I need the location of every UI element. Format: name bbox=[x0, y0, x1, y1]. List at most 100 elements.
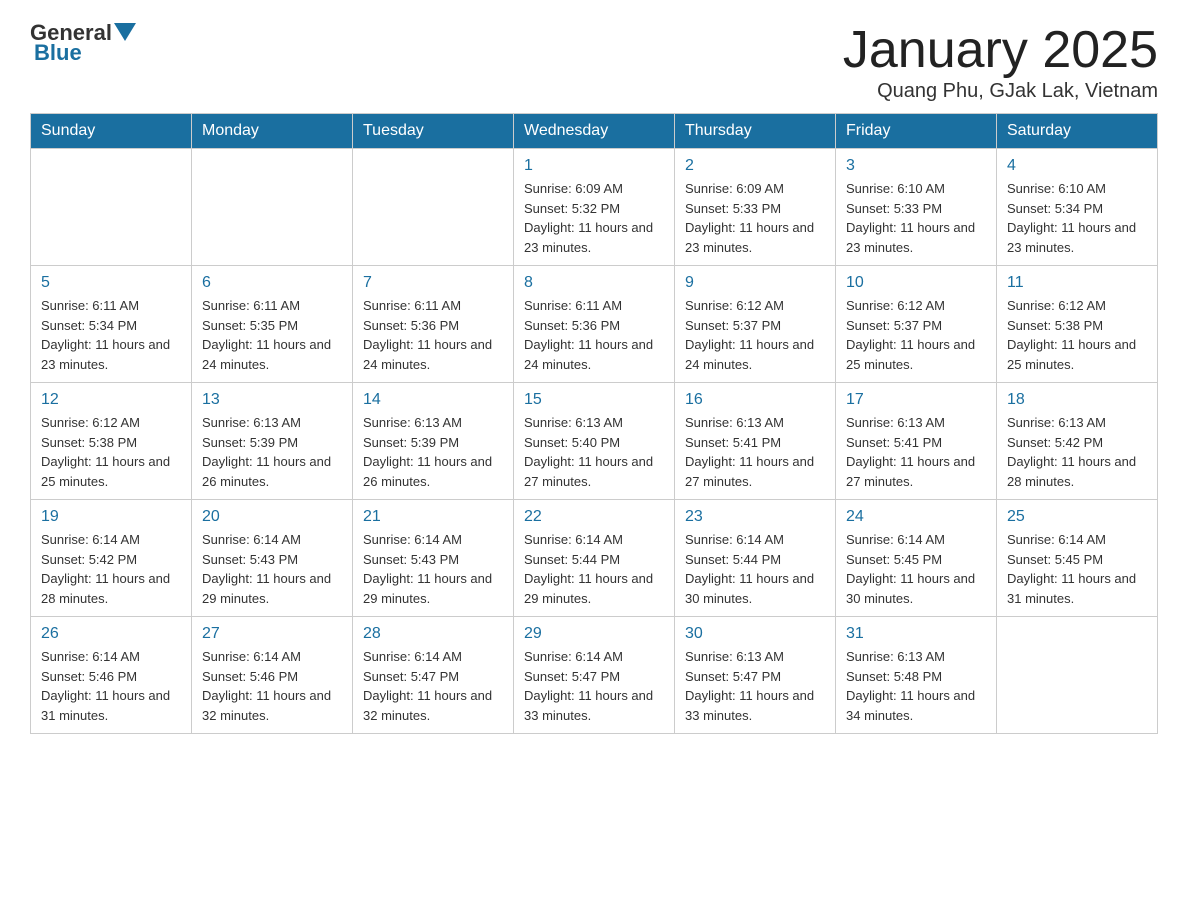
calendar-cell: 14 Sunrise: 6:13 AMSunset: 5:39 PMDayligh… bbox=[353, 383, 514, 500]
day-info: Sunrise: 6:14 AMSunset: 5:45 PMDaylight:… bbox=[1007, 530, 1147, 608]
day-number: 18 bbox=[1007, 391, 1147, 409]
calendar-cell: 22Sunrise: 6:14 AMSunset: 5:44 PMDayligh… bbox=[514, 500, 675, 617]
day-number: 15 bbox=[524, 391, 664, 409]
day-info: Sunrise: 6:13 AMSunset: 5:48 PMDaylight:… bbox=[846, 647, 986, 725]
week-row-3: 12Sunrise: 6:12 AMSunset: 5:38 PMDayligh… bbox=[31, 383, 1158, 500]
calendar-cell: 10 Sunrise: 6:12 AMSunset: 5:37 PMDayligh… bbox=[836, 266, 997, 383]
day-info: Sunrise: 6:14 AMSunset: 5:43 PMDaylight:… bbox=[363, 530, 503, 608]
day-number: 10 bbox=[846, 274, 986, 292]
day-number: 24 bbox=[846, 508, 986, 526]
day-info: Sunrise: 6:12 AMSunset: 5:38 PMDaylight:… bbox=[41, 413, 181, 491]
calendar-cell: 12Sunrise: 6:12 AMSunset: 5:38 PMDayligh… bbox=[31, 383, 192, 500]
day-number: 21 bbox=[363, 508, 503, 526]
calendar-cell: 17Sunrise: 6:13 AMSunset: 5:41 PMDayligh… bbox=[836, 383, 997, 500]
day-info: Sunrise: 6:10 AMSunset: 5:34 PMDaylight:… bbox=[1007, 179, 1147, 257]
calendar-cell: 27 Sunrise: 6:14 AMSunset: 5:46 PMDayligh… bbox=[192, 617, 353, 734]
day-number: 13 bbox=[202, 391, 342, 409]
calendar-cell bbox=[192, 149, 353, 266]
calendar-cell: 2 Sunrise: 6:09 AMSunset: 5:33 PMDaylight… bbox=[675, 149, 836, 266]
day-number: 2 bbox=[685, 157, 825, 175]
day-number: 22 bbox=[524, 508, 664, 526]
day-number: 3 bbox=[846, 157, 986, 175]
day-number: 17 bbox=[846, 391, 986, 409]
calendar-cell: 16 Sunrise: 6:13 AMSunset: 5:41 PMDayligh… bbox=[675, 383, 836, 500]
weekday-header-thursday: Thursday bbox=[675, 114, 836, 149]
calendar-cell: 23 Sunrise: 6:14 AMSunset: 5:44 PMDayligh… bbox=[675, 500, 836, 617]
day-number: 19 bbox=[41, 508, 181, 526]
day-number: 5 bbox=[41, 274, 181, 292]
month-title: January 2025 bbox=[843, 20, 1158, 80]
calendar-cell: 24 Sunrise: 6:14 AMSunset: 5:45 PMDayligh… bbox=[836, 500, 997, 617]
calendar-cell: 4 Sunrise: 6:10 AMSunset: 5:34 PMDaylight… bbox=[997, 149, 1158, 266]
calendar-cell: 19 Sunrise: 6:14 AMSunset: 5:42 PMDayligh… bbox=[31, 500, 192, 617]
day-info: Sunrise: 6:09 AMSunset: 5:33 PMDaylight:… bbox=[685, 179, 825, 257]
day-number: 16 bbox=[685, 391, 825, 409]
day-number: 23 bbox=[685, 508, 825, 526]
day-info: Sunrise: 6:13 AMSunset: 5:42 PMDaylight:… bbox=[1007, 413, 1147, 491]
location: Quang Phu, GJak Lak, Vietnam bbox=[843, 80, 1158, 103]
title-area: January 2025 Quang Phu, GJak Lak, Vietna… bbox=[843, 20, 1158, 103]
weekday-header-tuesday: Tuesday bbox=[353, 114, 514, 149]
calendar-cell: 21 Sunrise: 6:14 AMSunset: 5:43 PMDayligh… bbox=[353, 500, 514, 617]
logo-blue-text: Blue bbox=[34, 40, 82, 66]
calendar-cell bbox=[31, 149, 192, 266]
day-info: Sunrise: 6:11 AMSunset: 5:36 PMDaylight:… bbox=[363, 296, 503, 374]
calendar-cell: 18 Sunrise: 6:13 AMSunset: 5:42 PMDayligh… bbox=[997, 383, 1158, 500]
day-info: Sunrise: 6:10 AMSunset: 5:33 PMDaylight:… bbox=[846, 179, 986, 257]
week-row-5: 26 Sunrise: 6:14 AMSunset: 5:46 PMDayligh… bbox=[31, 617, 1158, 734]
weekday-header-monday: Monday bbox=[192, 114, 353, 149]
calendar-cell: 30Sunrise: 6:13 AMSunset: 5:47 PMDayligh… bbox=[675, 617, 836, 734]
calendar-cell: 8 Sunrise: 6:11 AMSunset: 5:36 PMDaylight… bbox=[514, 266, 675, 383]
day-number: 14 bbox=[363, 391, 503, 409]
day-number: 4 bbox=[1007, 157, 1147, 175]
day-number: 27 bbox=[202, 625, 342, 643]
logo-arrow-icon bbox=[114, 23, 136, 45]
day-number: 29 bbox=[524, 625, 664, 643]
day-info: Sunrise: 6:12 AMSunset: 5:38 PMDaylight:… bbox=[1007, 296, 1147, 374]
day-info: Sunrise: 6:13 AMSunset: 5:40 PMDaylight:… bbox=[524, 413, 664, 491]
day-info: Sunrise: 6:14 AMSunset: 5:44 PMDaylight:… bbox=[685, 530, 825, 608]
calendar-cell: 26 Sunrise: 6:14 AMSunset: 5:46 PMDayligh… bbox=[31, 617, 192, 734]
day-number: 9 bbox=[685, 274, 825, 292]
day-info: Sunrise: 6:14 AMSunset: 5:43 PMDaylight:… bbox=[202, 530, 342, 608]
day-info: Sunrise: 6:14 AMSunset: 5:47 PMDaylight:… bbox=[524, 647, 664, 725]
logo: General Blue bbox=[30, 20, 136, 66]
day-number: 7 bbox=[363, 274, 503, 292]
calendar-cell: 1Sunrise: 6:09 AMSunset: 5:32 PMDaylight… bbox=[514, 149, 675, 266]
calendar-cell: 9 Sunrise: 6:12 AMSunset: 5:37 PMDaylight… bbox=[675, 266, 836, 383]
day-info: Sunrise: 6:14 AMSunset: 5:42 PMDaylight:… bbox=[41, 530, 181, 608]
day-info: Sunrise: 6:13 AMSunset: 5:39 PMDaylight:… bbox=[363, 413, 503, 491]
day-info: Sunrise: 6:11 AMSunset: 5:36 PMDaylight:… bbox=[524, 296, 664, 374]
day-number: 6 bbox=[202, 274, 342, 292]
calendar-cell bbox=[997, 617, 1158, 734]
calendar-cell: 25Sunrise: 6:14 AMSunset: 5:45 PMDayligh… bbox=[997, 500, 1158, 617]
calendar-cell: 20 Sunrise: 6:14 AMSunset: 5:43 PMDayligh… bbox=[192, 500, 353, 617]
day-number: 31 bbox=[846, 625, 986, 643]
calendar-table: SundayMondayTuesdayWednesdayThursdayFrid… bbox=[30, 113, 1158, 734]
weekday-header-friday: Friday bbox=[836, 114, 997, 149]
day-info: Sunrise: 6:11 AMSunset: 5:35 PMDaylight:… bbox=[202, 296, 342, 374]
calendar-cell: 3 Sunrise: 6:10 AMSunset: 5:33 PMDaylight… bbox=[836, 149, 997, 266]
calendar-cell bbox=[353, 149, 514, 266]
day-info: Sunrise: 6:11 AMSunset: 5:34 PMDaylight:… bbox=[41, 296, 181, 374]
calendar-cell: 7 Sunrise: 6:11 AMSunset: 5:36 PMDaylight… bbox=[353, 266, 514, 383]
calendar-cell: 13Sunrise: 6:13 AMSunset: 5:39 PMDayligh… bbox=[192, 383, 353, 500]
day-number: 20 bbox=[202, 508, 342, 526]
day-number: 26 bbox=[41, 625, 181, 643]
weekday-header-row: SundayMondayTuesdayWednesdayThursdayFrid… bbox=[31, 114, 1158, 149]
week-row-4: 19 Sunrise: 6:14 AMSunset: 5:42 PMDayligh… bbox=[31, 500, 1158, 617]
day-info: Sunrise: 6:14 AMSunset: 5:46 PMDaylight:… bbox=[202, 647, 342, 725]
day-info: Sunrise: 6:14 AMSunset: 5:47 PMDaylight:… bbox=[363, 647, 503, 725]
day-info: Sunrise: 6:12 AMSunset: 5:37 PMDaylight:… bbox=[846, 296, 986, 374]
week-row-1: 1Sunrise: 6:09 AMSunset: 5:32 PMDaylight… bbox=[31, 149, 1158, 266]
calendar-cell: 28Sunrise: 6:14 AMSunset: 5:47 PMDayligh… bbox=[353, 617, 514, 734]
day-number: 1 bbox=[524, 157, 664, 175]
day-info: Sunrise: 6:12 AMSunset: 5:37 PMDaylight:… bbox=[685, 296, 825, 374]
day-number: 8 bbox=[524, 274, 664, 292]
calendar-cell: 29 Sunrise: 6:14 AMSunset: 5:47 PMDayligh… bbox=[514, 617, 675, 734]
page-header: General Blue January 2025 Quang Phu, GJa… bbox=[30, 20, 1158, 103]
day-info: Sunrise: 6:13 AMSunset: 5:41 PMDaylight:… bbox=[685, 413, 825, 491]
day-number: 11 bbox=[1007, 274, 1147, 292]
day-info: Sunrise: 6:14 AMSunset: 5:46 PMDaylight:… bbox=[41, 647, 181, 725]
day-info: Sunrise: 6:14 AMSunset: 5:45 PMDaylight:… bbox=[846, 530, 986, 608]
